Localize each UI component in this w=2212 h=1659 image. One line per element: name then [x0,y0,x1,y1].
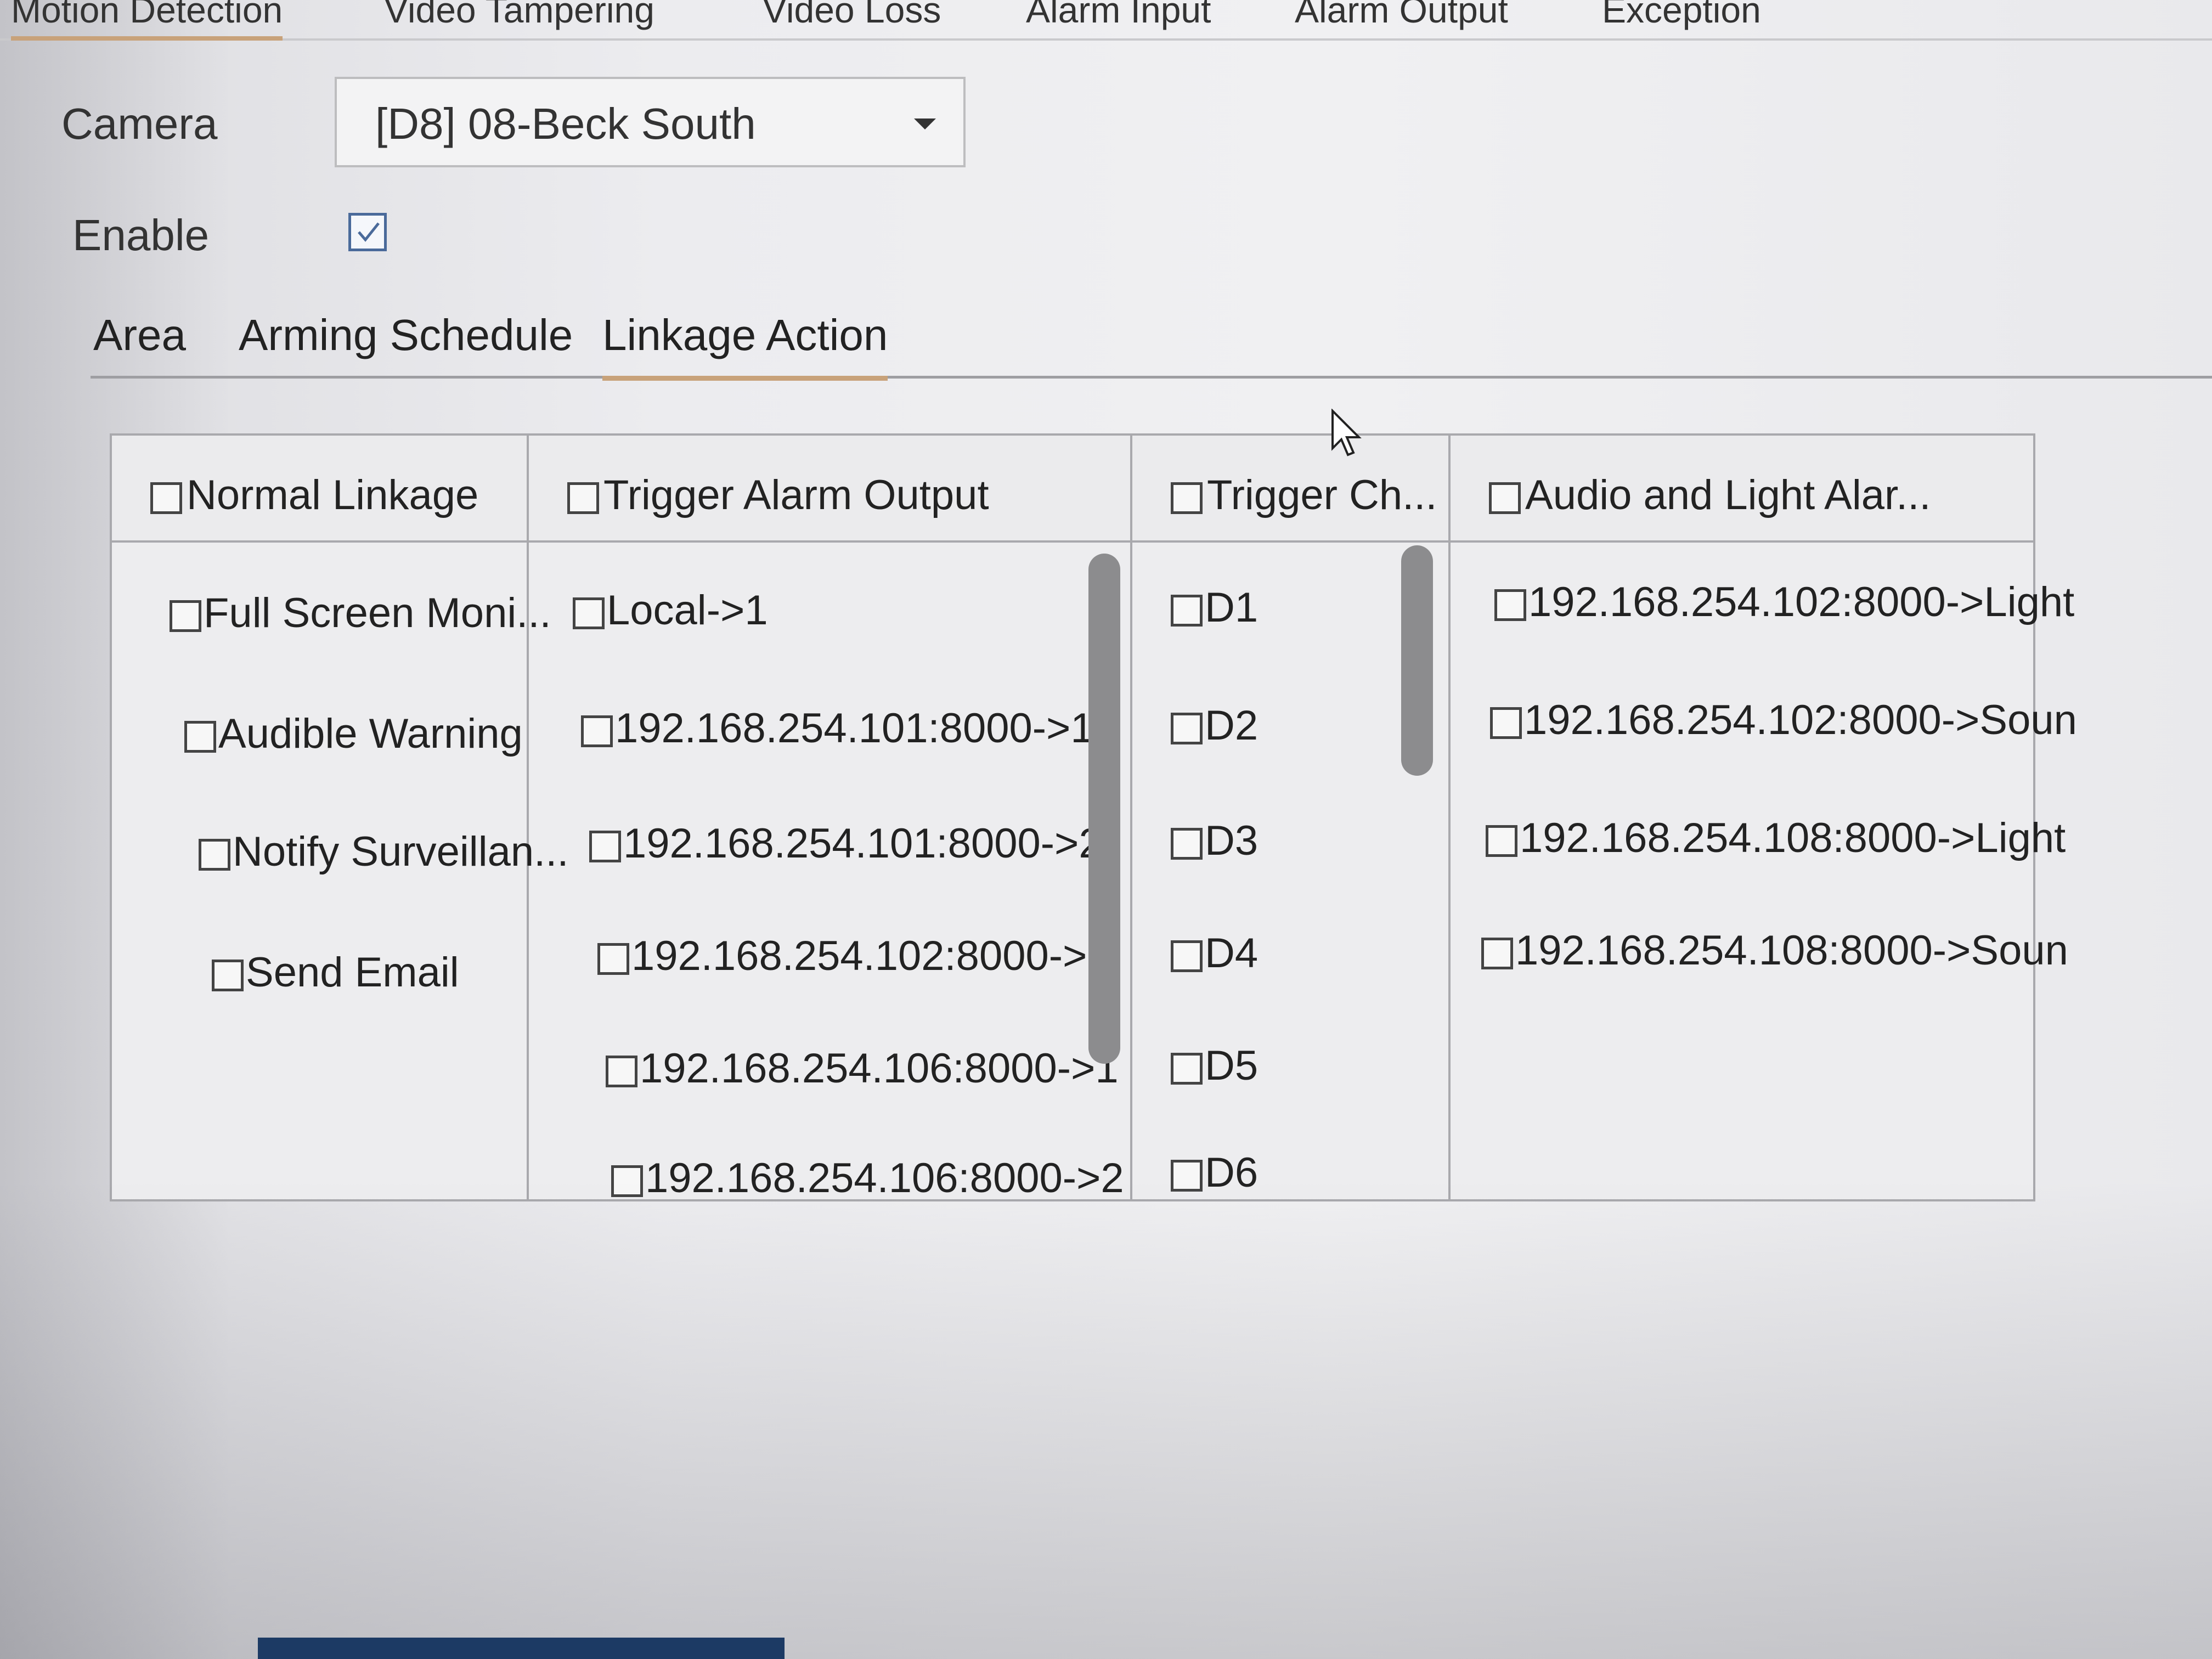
item-checkbox[interactable] [1171,827,1203,860]
tab-linkage-action[interactable]: Linkage Action [602,310,888,381]
audio-light-alarm-checkbox[interactable] [1489,482,1521,514]
list-item[interactable]: Full Screen Moni... [170,589,551,637]
notify-surveillance-label: Notify Surveillan... [233,828,569,875]
item-checkbox[interactable] [199,838,230,871]
normal-linkage-checkbox[interactable] [150,482,182,514]
tab-exception[interactable]: Exception [1602,0,1761,31]
send-email-label: Send Email [246,949,459,996]
trigger-channel-checkbox[interactable] [1171,482,1203,514]
list-item[interactable]: 192.168.254.102:8000->Light [1494,578,2074,626]
column-header: Audio and Light Alar... [1451,436,2033,543]
list-item[interactable]: 192.168.254.102:8000->Soun [1490,696,2077,744]
tab-video-loss[interactable]: Video Loss [763,0,941,31]
item-checkbox[interactable] [1486,825,1517,857]
audio-light-alarm-label: Audio and Light Alar... [1525,472,1931,518]
scrollbar[interactable] [1401,545,1433,776]
list-item[interactable]: 192.168.254.101:8000->2 [589,820,1102,867]
chevron-down-icon[interactable] [914,119,936,129]
scrollbar[interactable] [1088,554,1120,1064]
audio-light-alarm-header[interactable]: Audio and Light Alar... [1489,471,1931,519]
item-checkbox[interactable] [184,720,216,753]
audio-light-item-label: 192.168.254.102:8000->Light [1528,579,2075,625]
trigger-alarm-output-label: Trigger Alarm Output [603,472,989,518]
channel-label: D1 [1205,584,1259,631]
alarm-output-label: 192.168.254.101:8000->1 [615,705,1094,752]
alarm-output-label: 192.168.254.101:8000->2 [623,820,1102,867]
column-trigger-channel: Trigger Ch... D1 D2 D3 D4 D5 D6 [1132,436,1451,1199]
camera-select-value: [D8] 08-Beck South [375,99,756,148]
column-header: Normal Linkage [112,436,527,543]
camera-label: Camera [61,99,218,148]
linkage-settings-page: Motion Detection Video Tampering Video L… [0,0,2212,1659]
item-checkbox[interactable] [170,600,201,632]
audio-light-item-label: 192.168.254.108:8000->Soun [1515,927,2068,974]
trigger-channel-header[interactable]: Trigger Ch... [1171,471,1437,519]
tab-video-tampering[interactable]: Video Tampering [384,0,654,31]
top-tab-strip: Motion Detection Video Tampering Video L… [0,0,2212,41]
checkmark-icon [358,222,380,242]
item-checkbox[interactable] [1171,712,1203,744]
item-checkbox[interactable] [1494,589,1526,621]
column-header: Trigger Ch... [1132,436,1448,543]
list-item[interactable]: D4 [1171,929,1258,977]
trigger-alarm-output-checkbox[interactable] [567,482,599,514]
audio-light-item-label: 192.168.254.102:8000->Soun [1524,697,2077,743]
list-item[interactable]: D5 [1171,1042,1258,1090]
column-header: Trigger Alarm Output [529,436,1130,543]
linkage-table: Normal Linkage Full Screen Moni... Audib… [110,433,2077,1201]
alarm-output-label: 192.168.254.102:8000->1 [631,933,1110,979]
enable-checkbox[interactable] [348,213,387,251]
alarm-output-label: Local->1 [607,587,768,634]
camera-select[interactable]: [D8] 08-Beck South [335,77,966,167]
alarm-output-label: 192.168.254.106:8000->1 [640,1045,1119,1092]
normal-linkage-header[interactable]: Normal Linkage [150,471,478,519]
list-item[interactable]: Audible Warning [184,710,523,758]
list-item[interactable]: Notify Surveillan... [199,828,568,876]
channel-label: D2 [1205,702,1259,749]
item-checkbox[interactable] [597,943,629,975]
list-item[interactable]: 192.168.254.108:8000->Light [1486,814,2066,862]
column-normal-linkage: Normal Linkage Full Screen Moni... Audib… [112,436,568,1199]
list-item[interactable]: 192.168.254.102:8000->1 [597,932,1110,980]
list-item[interactable]: Local->1 [573,586,768,634]
item-checkbox[interactable] [1171,594,1203,627]
channel-label: D5 [1205,1042,1259,1089]
item-checkbox[interactable] [212,959,244,991]
channel-label: D4 [1205,930,1259,977]
full-screen-monitoring-label: Full Screen Moni... [204,590,551,636]
mouse-cursor-icon [1331,409,1362,456]
bottom-shade [0,1180,2212,1659]
trigger-channel-label: Trigger Ch... [1207,472,1437,518]
item-checkbox[interactable] [606,1055,637,1087]
tab-arming-schedule[interactable]: Arming Schedule [239,310,573,360]
item-checkbox[interactable] [581,715,613,747]
item-checkbox[interactable] [589,830,621,862]
item-checkbox[interactable] [1490,707,1522,739]
tab-alarm-input[interactable]: Alarm Input [1026,0,1211,31]
item-checkbox[interactable] [1481,937,1513,969]
item-checkbox[interactable] [573,597,605,629]
normal-linkage-label: Normal Linkage [187,472,479,518]
sub-tab-strip: Area Arming Schedule Linkage Action [91,299,2212,381]
list-item[interactable]: 192.168.254.108:8000->Soun [1481,927,2068,974]
list-item[interactable]: D1 [1171,584,1258,631]
column-audio-light-alarm: Audio and Light Alar... 192.168.254.102:… [1451,436,2077,1199]
list-item[interactable]: 192.168.254.106:8000->1 [606,1045,1119,1092]
audible-warning-label: Audible Warning [218,710,523,757]
tab-alarm-output[interactable]: Alarm Output [1295,0,1508,31]
list-item[interactable]: D2 [1171,702,1258,749]
tab-area[interactable]: Area [93,310,186,360]
enable-label: Enable [72,211,210,259]
item-checkbox[interactable] [1171,1052,1203,1085]
list-item[interactable]: Send Email [212,949,459,996]
list-item[interactable]: D3 [1171,817,1258,865]
list-item[interactable]: 192.168.254.101:8000->1 [581,704,1094,752]
tab-motion-detection[interactable]: Motion Detection [11,0,283,41]
item-checkbox[interactable] [1171,940,1203,972]
audio-light-item-label: 192.168.254.108:8000->Light [1520,815,2066,861]
column-trigger-alarm-output: Trigger Alarm Output Local->1 192.168.25… [529,436,1132,1201]
bottom-button[interactable] [258,1638,785,1659]
channel-label: D3 [1205,817,1259,864]
trigger-alarm-output-header[interactable]: Trigger Alarm Output [567,471,989,519]
